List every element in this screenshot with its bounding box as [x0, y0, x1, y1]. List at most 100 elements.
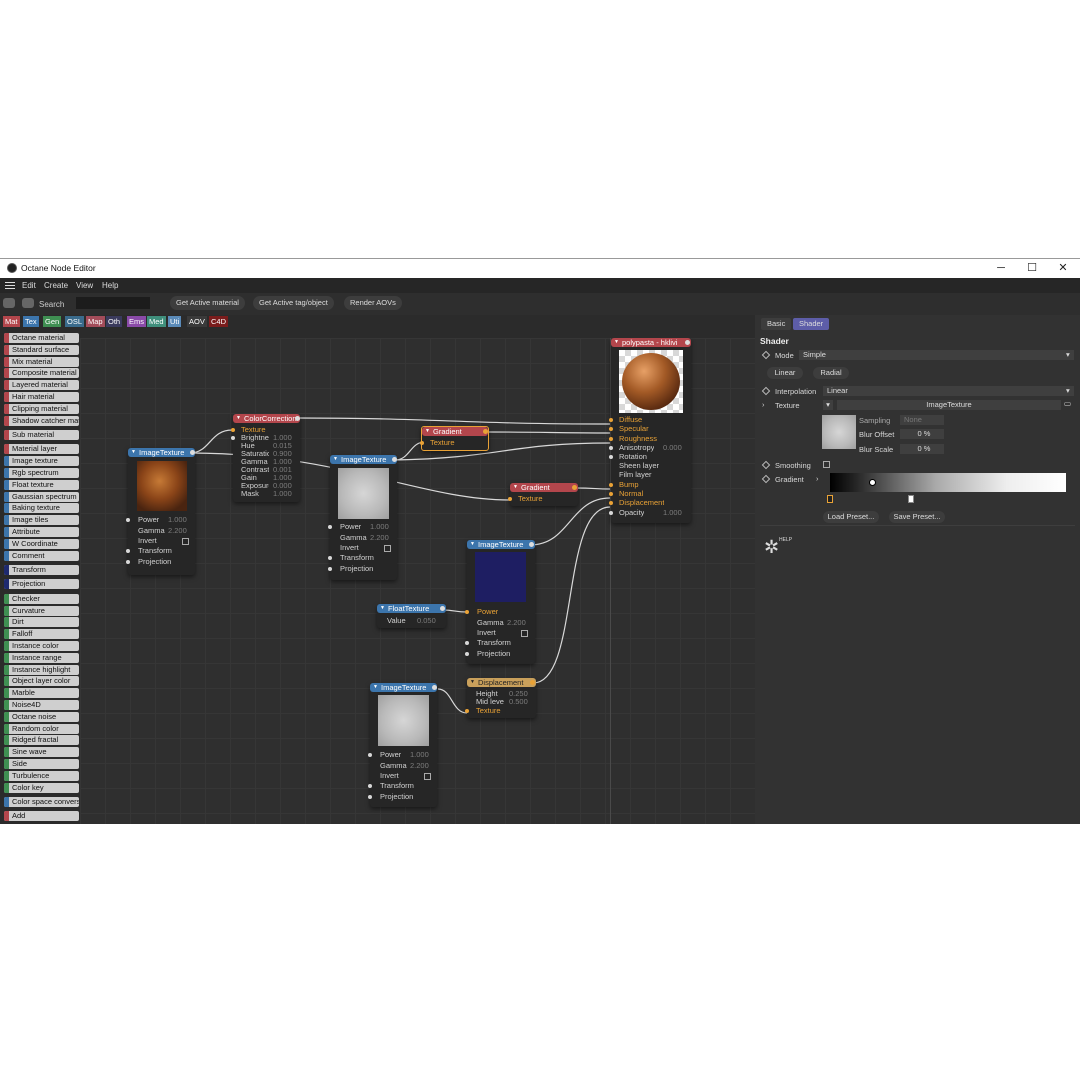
palette-item[interactable]: Clipping material — [4, 403, 79, 414]
palette-item[interactable]: Image texture — [4, 456, 79, 467]
search-icon[interactable] — [22, 298, 34, 308]
octane-help-icon[interactable]: ✲ — [764, 537, 779, 558]
palette-item[interactable]: Octane noise — [4, 711, 79, 722]
float-texture-node[interactable]: FloatTexture Value0.050 — [377, 604, 446, 628]
displacement-node[interactable]: Displacement Height0.250 Mid level0.500 … — [465, 678, 536, 718]
image-texture-node-4[interactable]: ImageTexture Power1.000 Gamma2.200 Inver… — [368, 683, 437, 807]
load-preset-button[interactable]: Load Preset... — [823, 511, 879, 523]
save-preset-button[interactable]: Save Preset... — [889, 511, 945, 523]
palette-item[interactable]: Color space conversion — [4, 797, 79, 807]
palette-item[interactable]: W Coordinate — [4, 538, 79, 549]
maximize-button[interactable]: ☐ — [1021, 261, 1043, 276]
param-row[interactable]: Power — [465, 607, 535, 617]
palette-item[interactable]: Ridged fractal — [4, 735, 79, 746]
output-port[interactable] — [190, 450, 195, 455]
param-row[interactable]: Texture — [420, 438, 488, 448]
palette-item[interactable]: Dirt — [4, 617, 79, 628]
invert-checkbox[interactable] — [424, 773, 431, 780]
output-port[interactable] — [530, 680, 535, 685]
node-header[interactable]: Gradient — [422, 427, 488, 436]
palette-item[interactable]: Noise4D — [4, 700, 79, 710]
param-row[interactable]: Opacity 1.000 — [609, 508, 691, 518]
param-row[interactable]: Invert — [370, 771, 437, 781]
material-node[interactable]: polypasta - hklivi Diffuse Specular Roug… — [609, 338, 691, 523]
node-header[interactable]: ColorCorrection — [233, 414, 300, 423]
texture-link-field[interactable]: ImageTexture — [837, 400, 1061, 410]
node-header[interactable]: ImageTexture — [330, 455, 397, 464]
node-header[interactable]: FloatTexture — [377, 604, 446, 613]
gradient-midpoint-handle[interactable] — [869, 479, 876, 486]
palette-item[interactable]: Mix material — [4, 356, 79, 367]
category-tab-map[interactable]: Map — [86, 316, 105, 327]
palette-item[interactable]: Layered material — [4, 380, 79, 391]
palette-item[interactable]: Instance highlight — [4, 664, 79, 675]
param-row[interactable]: Specular — [609, 424, 691, 434]
output-port[interactable] — [295, 416, 300, 421]
smoothing-checkbox[interactable] — [823, 461, 830, 468]
search-input[interactable] — [76, 297, 150, 309]
category-tab-mat[interactable]: Mat — [3, 316, 20, 327]
linear-button[interactable]: Linear — [767, 367, 803, 379]
output-port[interactable] — [432, 685, 437, 690]
blur-scale-field[interactable]: 0 % — [900, 444, 944, 454]
palette-item[interactable]: Rgb spectrum — [4, 468, 79, 478]
palette-item[interactable]: Gaussian spectrum — [4, 491, 79, 502]
keyframe-diamond-icon[interactable] — [761, 350, 771, 360]
node-header[interactable]: ImageTexture — [128, 448, 195, 457]
invert-checkbox[interactable] — [182, 538, 189, 545]
refresh-icon[interactable] — [3, 298, 15, 308]
keyframe-diamond-icon[interactable] — [761, 460, 771, 470]
param-row[interactable]: Texture — [508, 494, 578, 504]
palette-item[interactable]: Baking texture — [4, 503, 79, 514]
folder-icon[interactable]: ▭ — [1064, 399, 1071, 408]
radial-button[interactable]: Radial — [813, 367, 849, 379]
chevron-right-icon[interactable]: › — [816, 474, 819, 483]
param-row[interactable]: Transform — [465, 638, 535, 648]
category-tab-ems[interactable]: Ems — [127, 316, 146, 327]
close-button[interactable]: ✕ — [1052, 261, 1074, 276]
param-row[interactable]: Power 1.000 — [328, 522, 397, 532]
output-port[interactable] — [685, 340, 690, 345]
palette-item[interactable]: Curvature — [4, 605, 79, 616]
invert-checkbox[interactable] — [521, 630, 528, 637]
param-row[interactable]: Power 1.000 — [368, 750, 437, 760]
menu-help[interactable]: Help — [102, 281, 118, 290]
palette-item[interactable]: Side — [4, 759, 79, 769]
keyframe-diamond-icon[interactable] — [761, 386, 771, 396]
output-port[interactable] — [572, 485, 577, 490]
param-row[interactable]: Invert — [128, 536, 195, 546]
output-port[interactable] — [483, 429, 488, 434]
param-row[interactable]: Invert — [467, 628, 535, 638]
palette-item[interactable]: Marble — [4, 688, 79, 699]
palette-item[interactable]: Standard surface — [4, 344, 79, 355]
node-header[interactable]: Gradient — [510, 483, 578, 492]
palette-item[interactable]: Composite material — [4, 368, 79, 379]
output-port[interactable] — [529, 542, 534, 547]
palette-item[interactable]: Attribute — [4, 527, 79, 537]
palette-item[interactable]: Hair material — [4, 392, 79, 402]
interpolation-dropdown[interactable]: Linear — [823, 386, 1074, 396]
output-port[interactable] — [392, 457, 397, 462]
param-row[interactable]: Invert — [330, 543, 397, 553]
param-row[interactable]: Value 0.050 — [377, 616, 446, 626]
menu-view[interactable]: View — [76, 281, 93, 290]
gradient-node-2[interactable]: Gradient Texture — [508, 483, 578, 506]
param-row[interactable]: Mask 1.000 — [233, 489, 300, 499]
gradient-node-1[interactable]: Gradient Texture — [420, 426, 489, 451]
blur-offset-field[interactable]: 0 % — [900, 429, 944, 439]
node-header[interactable]: polypasta - hklivi — [611, 338, 691, 347]
palette-item[interactable]: Shadow catcher material — [4, 415, 79, 426]
palette-item[interactable]: Turbulence — [4, 770, 79, 781]
node-header[interactable]: ImageTexture — [370, 683, 437, 692]
minimize-button[interactable]: ─ — [990, 261, 1012, 276]
param-row[interactable]: Gamma 2.200 — [128, 526, 195, 536]
param-row[interactable]: Projection — [368, 792, 437, 802]
image-texture-node-2[interactable]: ImageTexture Power1.000 Gamma2.200 Inver… — [328, 455, 397, 580]
palette-item[interactable]: Image tiles — [4, 515, 79, 526]
tab-shader[interactable]: Shader — [793, 318, 830, 330]
node-graph-canvas[interactable]: ImageTexture Power1.000 Gamma2.200 Inver… — [80, 338, 755, 824]
category-tab-aov[interactable]: AOV — [187, 316, 207, 327]
palette-item[interactable]: Random color — [4, 723, 79, 734]
palette-item[interactable]: Falloff — [4, 629, 79, 640]
param-row[interactable]: Projection — [126, 557, 195, 567]
